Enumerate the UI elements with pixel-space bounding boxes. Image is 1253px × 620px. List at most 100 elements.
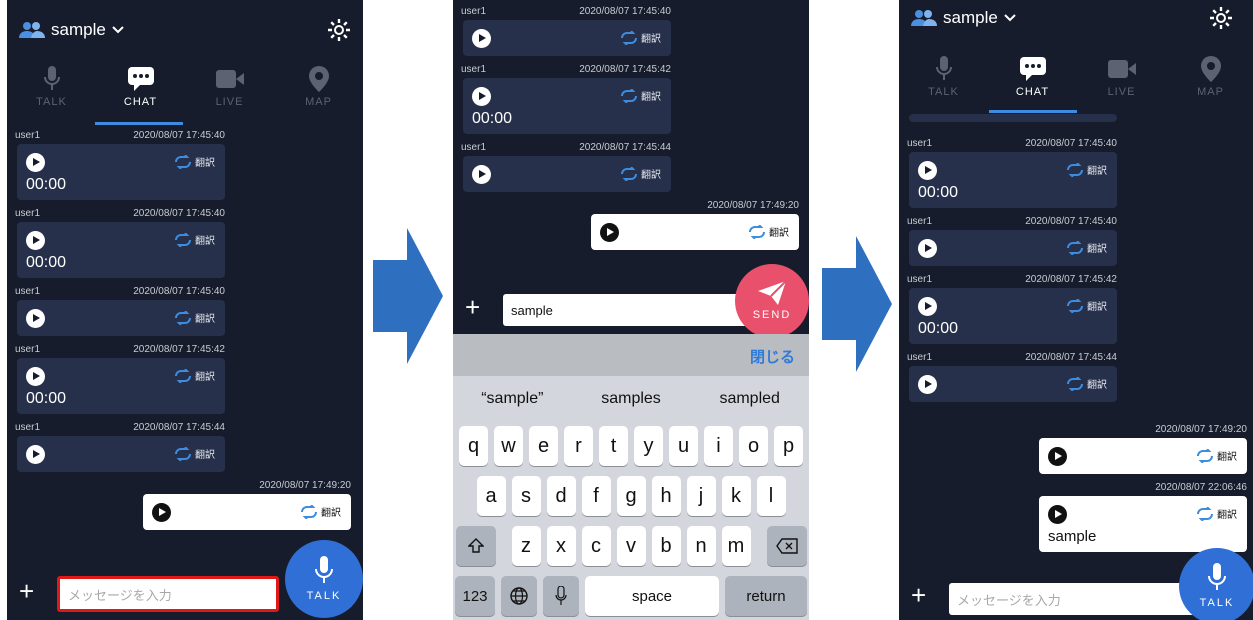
play-icon[interactable] xyxy=(472,29,491,48)
numbers-key[interactable]: 123 xyxy=(455,576,495,616)
play-icon[interactable] xyxy=(918,161,937,180)
key-b[interactable]: b xyxy=(651,526,681,566)
play-icon[interactable] xyxy=(918,297,937,316)
key-f[interactable]: f xyxy=(581,476,611,516)
key-c[interactable]: c xyxy=(581,526,611,566)
tab-bar: TALK CHAT LIVE MAP xyxy=(7,66,363,108)
message-timestamp: 2020/08/07 17:45:42 xyxy=(133,344,225,355)
globe-key[interactable] xyxy=(501,576,537,616)
translate-button[interactable]: 翻訳 xyxy=(1196,506,1237,521)
message-input[interactable]: メッセージを入力 xyxy=(949,583,1199,615)
gear-icon[interactable] xyxy=(1209,6,1233,30)
translate-button[interactable]: 翻訳 xyxy=(174,310,215,325)
talk-button[interactable]: TALK xyxy=(285,540,363,618)
key-t[interactable]: t xyxy=(599,426,628,466)
tab-map[interactable]: MAP xyxy=(1166,56,1253,98)
play-icon[interactable] xyxy=(26,231,45,250)
tab-talk[interactable]: TALK xyxy=(7,66,96,108)
group-name: sample xyxy=(51,20,106,39)
translate-button[interactable]: 翻訳 xyxy=(748,224,789,239)
key-x[interactable]: x xyxy=(546,526,576,566)
play-icon[interactable] xyxy=(472,165,491,184)
translate-icon xyxy=(621,166,637,181)
translate-button[interactable]: 翻訳 xyxy=(174,368,215,383)
suggestion-item[interactable]: “sample” xyxy=(453,390,572,408)
backspace-key[interactable] xyxy=(766,526,807,566)
key-a[interactable]: a xyxy=(476,476,506,516)
translate-button[interactable]: 翻訳 xyxy=(300,504,341,519)
close-keyboard-button[interactable]: 閉じる xyxy=(750,346,795,367)
translate-button[interactable]: 翻訳 xyxy=(1066,376,1107,391)
send-button[interactable]: SEND xyxy=(735,264,809,338)
play-icon[interactable] xyxy=(472,87,491,106)
key-v[interactable]: v xyxy=(616,526,646,566)
key-w[interactable]: w xyxy=(494,426,523,466)
translate-button[interactable]: 翻訳 xyxy=(1066,240,1107,255)
key-row-4: 123 space return xyxy=(453,576,809,616)
play-icon[interactable] xyxy=(1048,447,1067,466)
tab-live[interactable]: LIVE xyxy=(185,66,274,108)
play-icon[interactable] xyxy=(26,309,45,328)
key-d[interactable]: d xyxy=(546,476,576,516)
key-g[interactable]: g xyxy=(616,476,646,516)
group-selector[interactable]: sample xyxy=(19,20,124,40)
tab-talk[interactable]: TALK xyxy=(899,56,988,98)
key-p[interactable]: p xyxy=(774,426,803,466)
key-m[interactable]: m xyxy=(721,526,751,566)
translate-button[interactable]: 翻訳 xyxy=(1066,298,1107,313)
message-input[interactable]: sample xyxy=(503,294,751,326)
translate-button[interactable]: 翻訳 xyxy=(1066,162,1107,177)
group-selector[interactable]: sample xyxy=(911,8,1016,28)
add-button[interactable]: + xyxy=(911,580,926,611)
shift-key[interactable] xyxy=(455,526,496,566)
gear-icon[interactable] xyxy=(327,18,351,42)
translate-button[interactable]: 翻訳 xyxy=(174,154,215,169)
key-h[interactable]: h xyxy=(651,476,681,516)
suggestion-item[interactable]: samples xyxy=(572,390,691,408)
tab-map[interactable]: MAP xyxy=(274,66,363,108)
add-button[interactable]: + xyxy=(19,576,34,607)
translate-label: 翻訳 xyxy=(195,236,215,247)
add-button[interactable]: + xyxy=(465,292,480,323)
return-key[interactable]: return xyxy=(725,576,807,616)
key-s[interactable]: s xyxy=(511,476,541,516)
play-icon[interactable] xyxy=(26,153,45,172)
play-icon[interactable] xyxy=(1048,505,1067,524)
tab-chat[interactable]: CHAT xyxy=(988,56,1077,98)
translate-button[interactable]: 翻訳 xyxy=(620,166,661,181)
key-q[interactable]: q xyxy=(459,426,488,466)
translate-button[interactable]: 翻訳 xyxy=(174,446,215,461)
translate-button[interactable]: 翻訳 xyxy=(1196,448,1237,463)
play-icon[interactable] xyxy=(918,239,937,258)
key-z[interactable]: z xyxy=(511,526,541,566)
key-j[interactable]: j xyxy=(686,476,716,516)
key-l[interactable]: l xyxy=(756,476,786,516)
talk-button[interactable]: TALK xyxy=(1179,548,1253,620)
play-icon[interactable] xyxy=(152,503,171,522)
key-u[interactable]: u xyxy=(669,426,698,466)
play-icon[interactable] xyxy=(600,223,619,242)
space-key[interactable]: space xyxy=(585,576,719,616)
suggestion-item[interactable]: sampled xyxy=(690,390,809,408)
key-row-3: zxcvbnm xyxy=(453,526,809,566)
key-n[interactable]: n xyxy=(686,526,716,566)
backspace-icon xyxy=(775,538,798,554)
message-input[interactable]: メッセージを入力 xyxy=(57,576,279,612)
tab-chat[interactable]: CHAT xyxy=(96,66,185,108)
key-k[interactable]: k xyxy=(721,476,751,516)
key-i[interactable]: i xyxy=(704,426,733,466)
chat-bubble-icon xyxy=(127,67,154,91)
play-icon[interactable] xyxy=(26,445,45,464)
play-icon[interactable] xyxy=(26,367,45,386)
message-timestamp: 2020/08/07 17:45:42 xyxy=(579,64,671,75)
dictation-key[interactable] xyxy=(543,576,579,616)
key-o[interactable]: o xyxy=(739,426,768,466)
key-r[interactable]: r xyxy=(564,426,593,466)
key-y[interactable]: y xyxy=(634,426,663,466)
translate-button[interactable]: 翻訳 xyxy=(620,88,661,103)
translate-button[interactable]: 翻訳 xyxy=(174,232,215,247)
translate-button[interactable]: 翻訳 xyxy=(620,30,661,45)
tab-live[interactable]: LIVE xyxy=(1077,56,1166,98)
play-icon[interactable] xyxy=(918,375,937,394)
key-e[interactable]: e xyxy=(529,426,558,466)
